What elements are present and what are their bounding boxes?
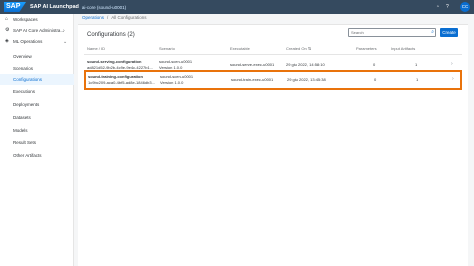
column-header-input-artifacts[interactable]: Input Artifacts: [391, 46, 415, 51]
notification-icon[interactable]: ◔: [436, 4, 442, 10]
shell-bar: SAP SAP AI Launchpad ai-core (sound-u000…: [0, 0, 474, 14]
create-button[interactable]: Create: [440, 28, 458, 37]
config-input-artifacts: 1: [415, 62, 418, 67]
app-title[interactable]: SAP AI Launchpad: [30, 4, 79, 10]
sap-logo[interactable]: SAP: [4, 2, 26, 12]
sidebar-item-label: Datasets: [13, 115, 31, 120]
config-executable: sound-serve-exec-u0001: [230, 62, 275, 67]
sidebar-item-label: Workspaces: [13, 17, 38, 22]
sidebar-item-label: ML Operations: [13, 39, 43, 44]
config-parameters: 0: [373, 62, 376, 67]
breadcrumb-separator: /: [107, 15, 109, 20]
search-input[interactable]: Search ⌕: [348, 28, 436, 37]
column-header-label: Created On: [286, 46, 307, 51]
sidebar-item-ml-operations[interactable]: ◈ ML Operations ⌄: [0, 36, 74, 47]
sidebar-item-configurations[interactable]: Configurations: [0, 74, 74, 85]
sidebar-item-label: Configurations: [13, 77, 43, 82]
sort-icon[interactable]: ⇅: [308, 46, 311, 51]
chevron-right-icon[interactable]: ›: [452, 76, 454, 82]
chevron-down-icon[interactable]: ⌄: [63, 39, 67, 45]
config-name[interactable]: sound-serving-configuration: [87, 59, 141, 64]
config-executable: sound-train-exec-u0001: [231, 77, 274, 82]
sidebar-item-scenarios[interactable]: Scenarios: [0, 63, 74, 74]
settings-icon: ⚙: [5, 27, 10, 33]
sidebar-item-label: Executions: [13, 89, 36, 94]
search-icon[interactable]: ⌕: [431, 29, 434, 36]
sidebar-item-other-artifacts[interactable]: Other Artifacts: [0, 150, 74, 161]
sidebar-item-label: Scenarios: [13, 66, 34, 71]
config-name[interactable]: sound-training-configuration: [88, 74, 143, 79]
config-id: 1c9bc209-aca0-4bf5-ad8e-1846db3...: [88, 80, 155, 85]
sidebar-item-overview[interactable]: Overview: [0, 51, 74, 62]
breadcrumb-link-operations[interactable]: Operations: [82, 15, 104, 20]
page-title: Configurations (2): [87, 32, 135, 38]
breadcrumb: Operations / All Configurations: [82, 15, 147, 20]
sidebar: ⌂ Workspaces ⚙ SAP AI Core Administra...…: [0, 14, 74, 266]
sidebar-item-workspaces[interactable]: ⌂ Workspaces: [0, 14, 74, 25]
config-scenario: sound-scen-u0001: [160, 74, 194, 79]
sidebar-item-models[interactable]: Models: [0, 125, 74, 136]
configurations-panel: Configurations (2) Search ⌕ Create Name …: [78, 24, 468, 266]
sidebar-item-datasets[interactable]: Datasets: [0, 112, 74, 123]
config-scenario-version: Version 1.0.0: [160, 80, 184, 85]
help-icon[interactable]: ?: [446, 4, 452, 10]
table-row-selected[interactable]: sound-training-configuration 1c9bc209-ac…: [84, 70, 462, 90]
app-subtitle: ai-core (sound-u0001): [81, 4, 127, 10]
column-header-name[interactable]: Name / ID: [87, 46, 105, 51]
config-created-on: 29 giu 2022, 14:58:10: [286, 62, 325, 67]
sidebar-item-label: Other Artifacts: [13, 153, 42, 158]
column-header-parameters[interactable]: Parameters: [356, 46, 377, 51]
avatar[interactable]: CC: [460, 2, 470, 12]
sidebar-item-label: Result Sets: [13, 140, 37, 145]
config-created-on: 29 giu 2022, 13:45:38: [287, 77, 326, 82]
home-icon: ⌂: [5, 16, 9, 22]
column-header-executable[interactable]: Executable: [230, 46, 250, 51]
chevron-right-icon[interactable]: ›: [63, 28, 65, 34]
sidebar-item-deployments[interactable]: Deployments: [0, 99, 74, 110]
table-header-divider: [84, 54, 462, 55]
sidebar-item-label: SAP AI Core Administra...: [13, 28, 65, 33]
column-header-scenario[interactable]: Scenario: [159, 46, 175, 51]
sidebar-item-admin[interactable]: ⚙ SAP AI Core Administra... ›: [0, 25, 74, 36]
column-header-created-on[interactable]: Created On ⇅: [286, 46, 311, 51]
sidebar-item-result-sets[interactable]: Result Sets: [0, 137, 74, 148]
sidebar-item-label: Models: [13, 128, 28, 133]
config-scenario: sound-scen-u0001: [159, 59, 193, 64]
config-input-artifacts: 1: [416, 77, 419, 82]
search-placeholder: Search: [351, 30, 364, 35]
sidebar-item-label: Deployments: [13, 102, 40, 107]
ml-icon: ◈: [5, 38, 9, 44]
sidebar-item-executions[interactable]: Executions: [0, 86, 74, 97]
config-parameters: 0: [374, 77, 377, 82]
sidebar-item-label: Overview: [13, 54, 32, 59]
breadcrumb-current: All Configurations: [111, 15, 147, 20]
chevron-right-icon[interactable]: ›: [451, 61, 453, 67]
